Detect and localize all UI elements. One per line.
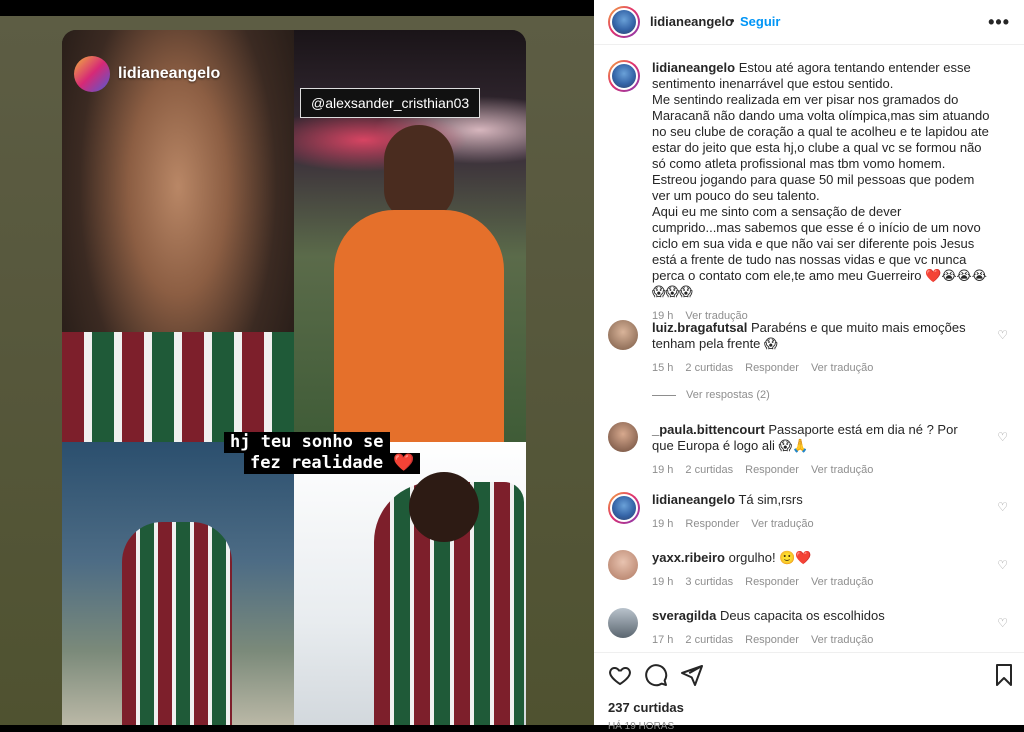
overlay-username: lidianeangelo: [118, 65, 221, 82]
collage-photo-3: [62, 442, 294, 725]
like-heart-icon[interactable]: ♡: [997, 430, 1008, 444]
boy-head: [384, 125, 454, 220]
comment-body: sveragilda Deus capacita os escolhidos 1…: [652, 608, 982, 648]
comment-likes[interactable]: 2 curtidas: [685, 632, 733, 648]
post-author-username[interactable]: lidianeangelo: [650, 14, 733, 29]
overlay-caption: hj teu sonho se fez realidade ❤️: [224, 432, 421, 474]
comment-likes[interactable]: 2 curtidas: [685, 462, 733, 478]
reply-button[interactable]: Responder: [745, 360, 799, 376]
comment-likes[interactable]: 3 curtidas: [685, 574, 733, 590]
bookmark-icon[interactable]: [992, 663, 1016, 687]
comment-time[interactable]: 15 h: [652, 360, 673, 376]
replies-line: [652, 394, 676, 396]
reply-button[interactable]: Responder: [745, 462, 799, 478]
comment-username[interactable]: luiz.bragafutsal: [652, 320, 747, 335]
comment-meta: 19 h Responder Ver tradução: [652, 516, 982, 532]
orange-jersey-shape: [334, 210, 504, 442]
like-heart-icon[interactable]: [608, 663, 632, 687]
comment-body: yaxx.ribeiro orgulho! 🙂❤️ 19 h 3 curtida…: [652, 550, 982, 590]
jersey-shape: [62, 332, 294, 442]
translate-link[interactable]: Ver tradução: [751, 516, 813, 532]
comment-text: orgulho! 🙂❤️: [728, 550, 812, 565]
comment-time[interactable]: 19 h: [652, 462, 673, 478]
like-heart-icon[interactable]: ♡: [997, 328, 1008, 342]
post-media-area[interactable]: lidianeangelo @alexsander_cristhian03 hj…: [0, 16, 594, 725]
overlay-caption-line1: hj teu sonho se: [224, 432, 390, 453]
translate-link[interactable]: Ver tradução: [811, 632, 873, 648]
separator-dot: •: [730, 13, 735, 28]
comment-meta: 15 h 2 curtidas Responder Ver tradução: [652, 360, 982, 376]
reply-button[interactable]: Responder: [685, 516, 739, 532]
avatar[interactable]: [608, 550, 638, 580]
reply-button[interactable]: Responder: [745, 574, 799, 590]
view-replies-label: Ver respostas (2): [686, 389, 770, 401]
comment-username[interactable]: _paula.bittencourt: [652, 422, 765, 437]
overlay-avatar: [74, 56, 110, 92]
caption-username[interactable]: lidianeangelo: [652, 60, 735, 75]
comment-body: luiz.bragafutsal Parabéns e que muito ma…: [652, 320, 982, 376]
comments-list[interactable]: lidianeangelo Estou até agora tentando e…: [594, 45, 1024, 651]
comment-username[interactable]: sveragilda: [652, 608, 716, 623]
post-details-panel: lidianeangelo • Seguir ••• lidianeangelo…: [594, 0, 1024, 732]
translate-link[interactable]: Ver tradução: [811, 574, 873, 590]
comment-time[interactable]: 17 h: [652, 632, 673, 648]
caption-text: Estou até agora tentando entender esse s…: [652, 60, 990, 299]
reply-button[interactable]: Responder: [745, 632, 799, 648]
caption-body: lidianeangelo Estou até agora tentando e…: [652, 60, 992, 324]
comment-bubble-icon[interactable]: [644, 663, 668, 687]
comment-meta: 19 h 3 curtidas Responder Ver tradução: [652, 574, 982, 590]
overlay-caption-line2-wrap: fez realidade ❤️: [244, 453, 421, 474]
comment-meta: 17 h 2 curtidas Responder Ver tradução: [652, 632, 982, 648]
comment-text: Deus capacita os escolhidos: [719, 608, 885, 623]
translate-link[interactable]: Ver tradução: [811, 360, 873, 376]
player-head: [409, 472, 479, 542]
like-heart-icon[interactable]: ♡: [997, 616, 1008, 630]
comment-likes[interactable]: 2 curtidas: [685, 360, 733, 376]
view-replies-button[interactable]: Ver respostas (2): [652, 389, 770, 401]
translate-link[interactable]: Ver tradução: [811, 462, 873, 478]
avatar[interactable]: [608, 60, 640, 92]
comment-username[interactable]: yaxx.ribeiro: [652, 550, 725, 565]
comment-time[interactable]: 19 h: [652, 574, 673, 590]
like-heart-icon[interactable]: ♡: [997, 500, 1008, 514]
avatar[interactable]: [608, 320, 638, 350]
like-heart-icon[interactable]: ♡: [997, 558, 1008, 572]
mention-tag: @alexsander_cristhian03: [300, 88, 481, 118]
collage-photo-4: [294, 442, 526, 725]
post-header: lidianeangelo • Seguir •••: [594, 0, 1024, 45]
comment-username[interactable]: lidianeangelo: [652, 492, 735, 507]
avatar[interactable]: [608, 608, 638, 638]
comment-text: Tá sim,rsrs: [738, 492, 803, 507]
avatar[interactable]: [608, 6, 640, 38]
more-options-icon[interactable]: •••: [988, 12, 1010, 33]
share-paper-plane-icon[interactable]: [680, 663, 704, 687]
post-date: HÁ 19 HORAS: [608, 721, 675, 732]
heart-icon: ❤️: [393, 453, 415, 473]
player-shape: [122, 522, 232, 725]
overlay-caption-line2: fez realidade: [250, 453, 384, 473]
avatar[interactable]: [608, 422, 638, 452]
overlay-user-tag: lidianeangelo: [74, 56, 220, 92]
post-actions-bar: 237 curtidas HÁ 19 HORAS: [594, 652, 1024, 732]
avatar[interactable]: [608, 492, 640, 524]
follow-button[interactable]: Seguir: [740, 14, 780, 29]
likes-count[interactable]: 237 curtidas: [608, 700, 684, 715]
comment-body: lidianeangelo Tá sim,rsrs 19 h Responder…: [652, 492, 982, 532]
comment-meta: 19 h 2 curtidas Responder Ver tradução: [652, 462, 982, 478]
photo-collage: lidianeangelo @alexsander_cristhian03 hj…: [62, 30, 526, 725]
comment-body: _paula.bittencourt Passaporte está em di…: [652, 422, 982, 478]
comment-time[interactable]: 19 h: [652, 516, 673, 532]
